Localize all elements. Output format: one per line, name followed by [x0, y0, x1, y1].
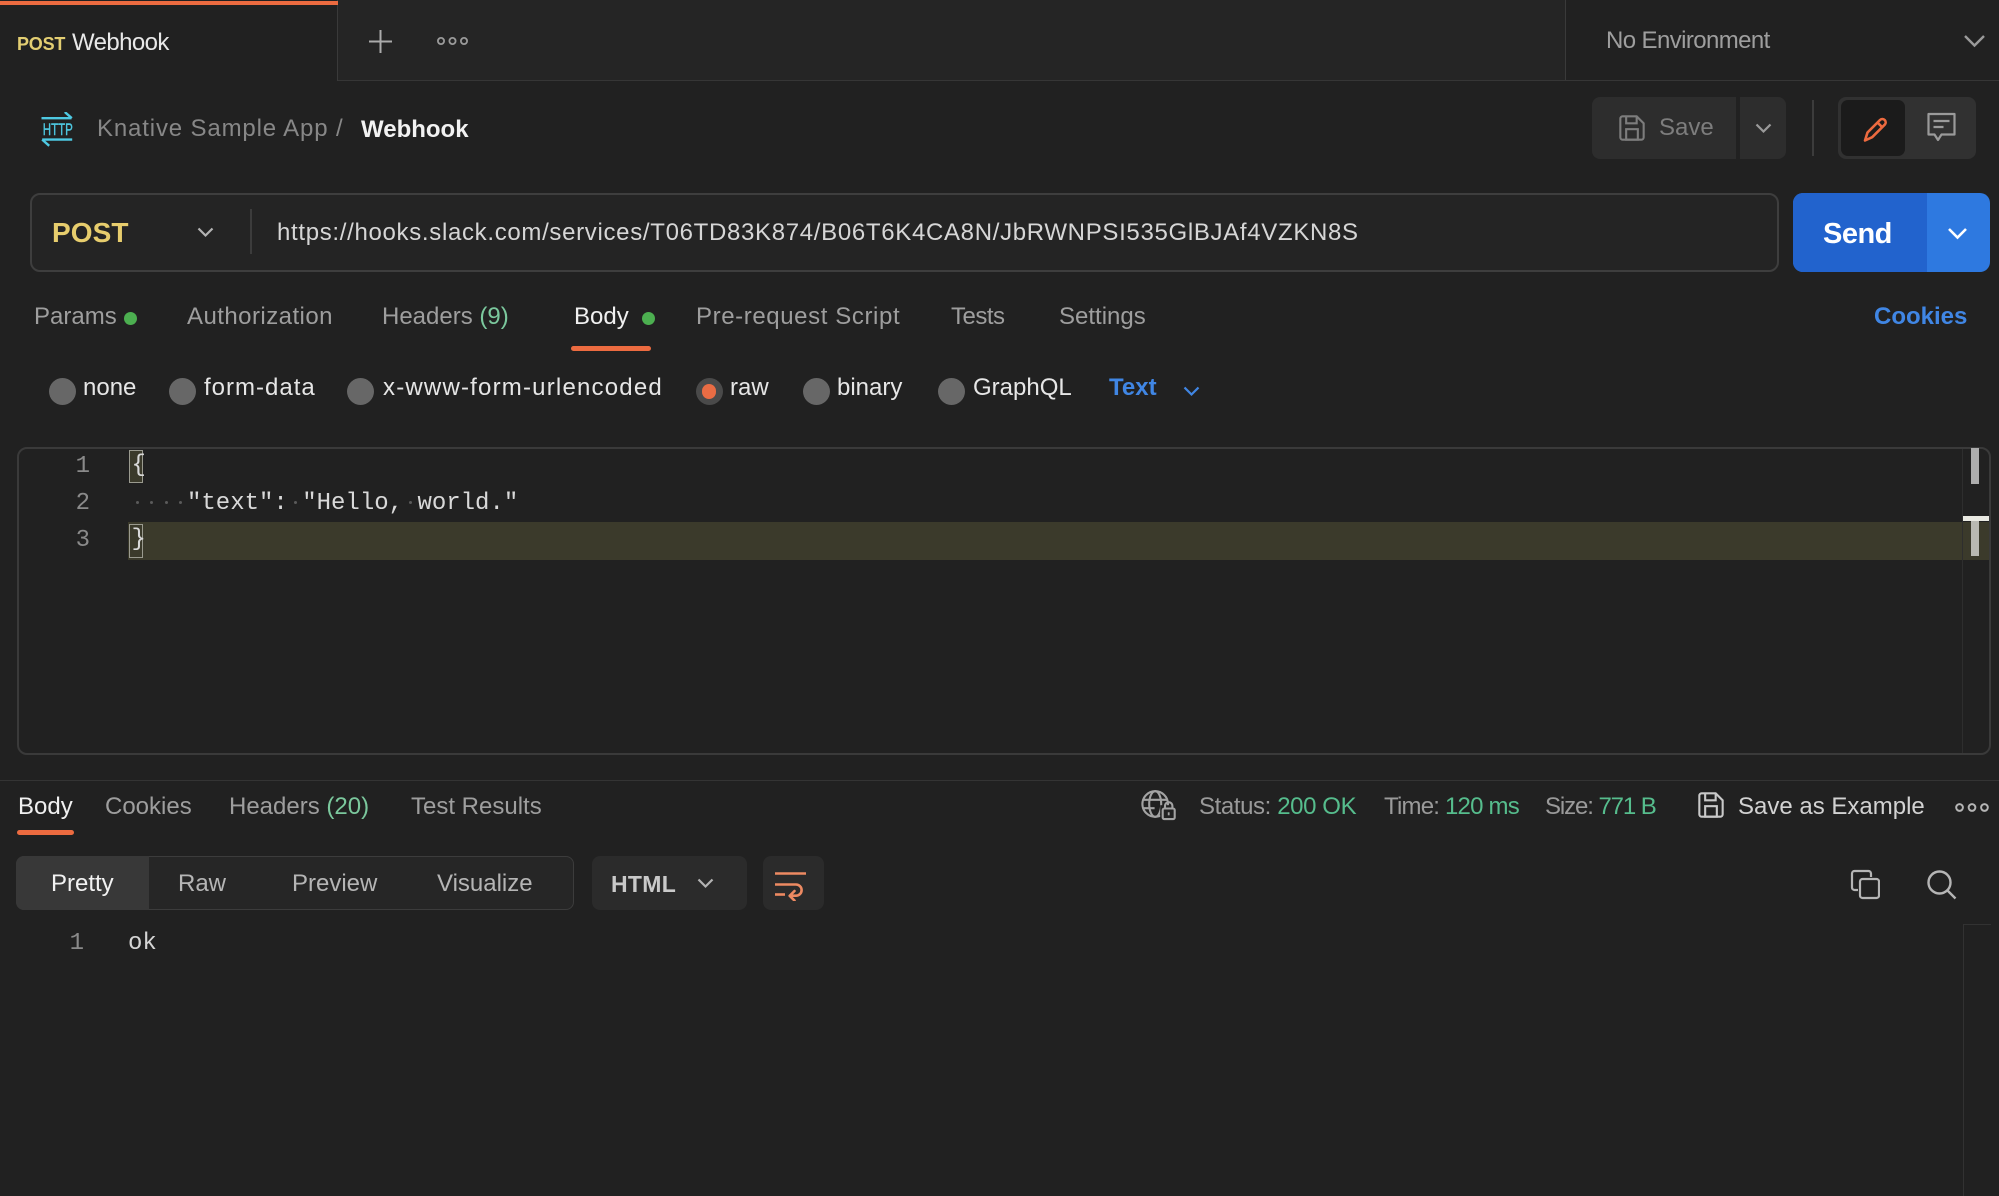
svg-text:HTTP: HTTP [43, 121, 73, 139]
